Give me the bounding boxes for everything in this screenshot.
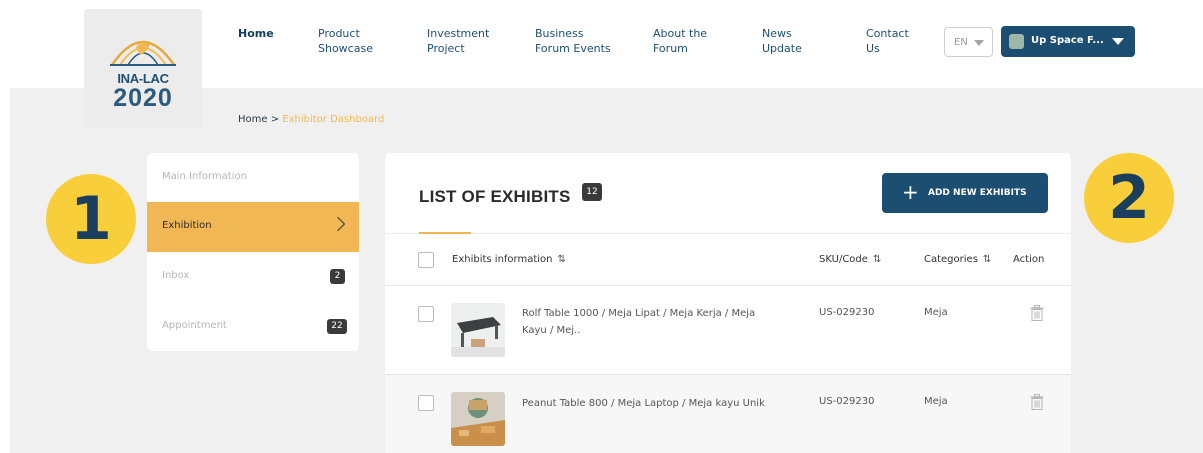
sidebar-item-label: Main Information [162,171,247,182]
add-new-exhibits-button[interactable]: + ADD NEW EXHIBITS [882,173,1048,213]
column-header-action: Action [1013,254,1045,265]
exhibits-count-badge: 12 [582,183,602,201]
row-checkbox[interactable] [418,395,434,411]
trash-icon[interactable] [1030,305,1044,321]
exhibit-sku: US-029230 [819,396,875,407]
product-thumbnail [451,303,505,357]
nav-news-update[interactable]: News Update [762,26,802,56]
nav-home[interactable]: Home [238,26,274,41]
column-header-label: SKU/Code [819,254,868,265]
row-checkbox[interactable] [418,306,434,322]
sidebar-item-inbox[interactable]: Inbox 2 [147,252,359,302]
sidebar-item-appointment[interactable]: Appointment 22 [147,302,359,352]
language-select[interactable]: EN [944,27,993,57]
exhibits-panel: LIST OF EXHIBITS 12 + ADD NEW EXHIBITS E… [385,153,1071,453]
row-divider [385,374,1071,375]
trash-icon[interactable] [1030,394,1044,410]
select-all-checkbox[interactable] [418,252,434,268]
nav-about-the-forum[interactable]: About the Forum [653,26,707,56]
inbox-count-badge: 2 [330,269,345,284]
add-button-label: ADD NEW EXHIBITS [928,188,1027,198]
dashboard-sidebar: Main Information Exhibition Inbox 2 Appo… [147,153,359,351]
nav-contact-us[interactable]: Contact Us [866,26,909,56]
nav-business-forum-events[interactable]: Business Forum Events [535,26,611,56]
column-header-label: Categories [924,254,978,265]
column-header-categories[interactable]: Categories ⇅ [924,254,991,265]
sidebar-item-main-information[interactable]: Main Information [147,153,359,203]
page-title: LIST OF EXHIBITS [419,187,571,206]
ina-lac-logo[interactable]: INA-LAC 2020 [84,9,202,127]
breadcrumb-home[interactable]: Home [238,114,268,125]
breadcrumb-separator: > [267,114,283,125]
chevron-right-icon [330,216,346,232]
step-marker-1: 1 [46,174,136,264]
sort-icon[interactable]: ⇅ [983,254,991,265]
plus-icon: + [902,180,919,204]
exhibit-name[interactable]: Rolf Table 1000 / Meja Lipat / Meja Kerj… [522,305,772,339]
sidebar-item-label: Exhibition [162,220,212,231]
step-marker-2: 2 [1084,153,1174,243]
product-thumbnail [451,392,505,446]
sort-icon[interactable]: ⇅ [873,254,881,265]
user-name: Up Space F... [1031,35,1104,46]
row-divider [385,285,1071,286]
column-header-sku[interactable]: SKU/Code ⇅ [819,254,881,265]
globe-logo-icon [110,40,176,66]
exhibit-category: Meja [924,396,948,407]
user-menu-button[interactable]: Up Space F... [1001,26,1135,57]
nav-investment-project[interactable]: Investment Project [427,26,489,56]
title-underline [419,232,471,234]
logo-line-2: 2020 [113,84,173,112]
appointment-count-badge: 22 [327,319,347,334]
sidebar-item-label: Inbox [162,270,190,281]
exhibit-sku: US-029230 [819,307,875,318]
caret-down-icon [974,40,984,46]
sort-icon[interactable]: ⇅ [558,254,566,265]
breadcrumb-current: Exhibitor Dashboard [282,114,385,125]
nav-product-showcase[interactable]: Product Showcase [318,26,373,56]
exhibit-name[interactable]: Peanut Table 800 / Meja Laptop / Meja ka… [522,395,782,412]
sidebar-item-exhibition[interactable]: Exhibition [147,202,359,252]
breadcrumb: Home > Exhibitor Dashboard [238,114,384,125]
avatar [1009,34,1024,49]
column-header-label: Exhibits information [452,254,553,265]
caret-down-icon [1112,38,1124,45]
header-divider [385,233,1071,234]
sidebar-item-label: Appointment [162,320,227,331]
column-header-info[interactable]: Exhibits information ⇅ [452,254,566,265]
exhibit-category: Meja [924,307,948,318]
language-value: EN [954,37,968,48]
